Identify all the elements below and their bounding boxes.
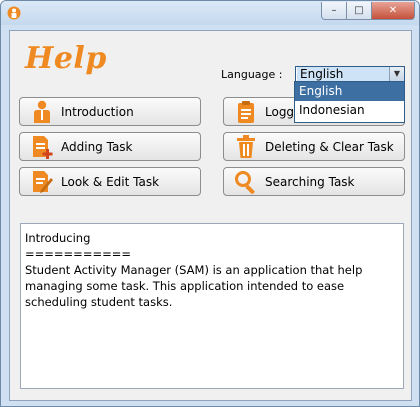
- deleting-task-label: Deleting & Clear Task: [265, 139, 394, 154]
- page-title: Help: [25, 41, 107, 76]
- person-icon: [29, 99, 55, 125]
- minimize-button[interactable]: –: [321, 2, 347, 20]
- introduction-button[interactable]: Introduction: [19, 97, 201, 126]
- maximize-button[interactable]: □: [347, 2, 372, 20]
- deleting-task-button[interactable]: Deleting & Clear Task: [223, 132, 405, 161]
- search-icon: [233, 169, 259, 195]
- clipboard-icon: [233, 99, 259, 125]
- app-person-icon: [7, 6, 21, 20]
- title-bar[interactable]: – □ ✕: [1, 1, 419, 25]
- help-content-textarea[interactable]: Introducing =========== Student Activity…: [20, 223, 404, 389]
- language-selected-value: English: [297, 67, 390, 81]
- language-label: Language :: [221, 68, 283, 81]
- edit-document-icon: [29, 169, 55, 195]
- look-edit-task-button[interactable]: Look & Edit Task: [19, 167, 201, 196]
- trash-icon: [233, 134, 259, 160]
- language-option-indonesian[interactable]: Indonesian: [295, 101, 404, 120]
- introduction-label: Introduction: [61, 104, 134, 119]
- help-content-text: Introducing =========== Student Activity…: [25, 231, 363, 309]
- chevron-down-icon[interactable]: ▼: [389, 67, 404, 81]
- add-document-icon: [29, 134, 55, 160]
- language-dropdown: English Indonesian: [294, 81, 405, 123]
- close-button[interactable]: ✕: [372, 2, 415, 20]
- look-edit-task-label: Look & Edit Task: [61, 174, 160, 189]
- language-select[interactable]: English ▼: [295, 66, 405, 82]
- client-area: Help Language : English ▼ English Indone…: [9, 30, 412, 401]
- searching-task-button[interactable]: Searching Task: [223, 167, 405, 196]
- help-window: – □ ✕ Help Language : English ▼ English …: [0, 0, 420, 407]
- adding-task-button[interactable]: Adding Task: [19, 132, 201, 161]
- searching-task-label: Searching Task: [265, 174, 355, 189]
- adding-task-label: Adding Task: [61, 139, 133, 154]
- language-option-english[interactable]: English: [295, 82, 404, 101]
